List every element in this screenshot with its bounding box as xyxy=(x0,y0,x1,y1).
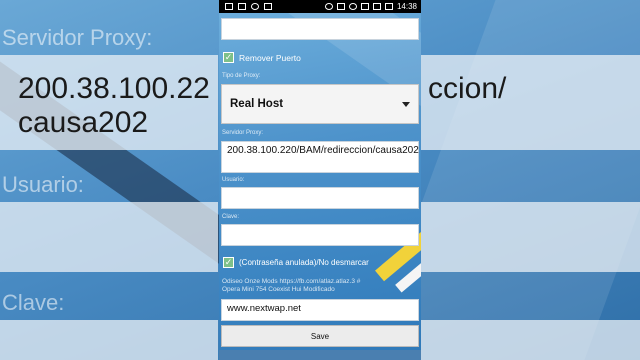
save-button[interactable]: Save xyxy=(221,325,419,347)
proxy-type-label: Tipo de Proxy: xyxy=(222,73,261,79)
notification-icon xyxy=(238,3,246,10)
proxy-type-select[interactable]: Real Host xyxy=(221,84,419,124)
remove-port-checkbox[interactable]: ✓ xyxy=(223,52,234,63)
phone-screen: 14:38 ✓ Remover Puerto Tipo de Proxy: Re… xyxy=(219,0,421,360)
dropdown-arrow-icon xyxy=(402,101,410,107)
user-input[interactable] xyxy=(221,187,419,209)
bg-proxy-text-right: ccion/ xyxy=(428,72,507,105)
bg-proxy-text: 200.38.100.22 causa202 xyxy=(18,72,210,139)
bottom-bar xyxy=(219,350,421,360)
nullify-password-label: (Contraseña anulada)/No desmarcar xyxy=(239,258,369,267)
credit-line-1: Odiseo Onze Mods https://fb.com/atlaz.at… xyxy=(222,278,361,285)
nullify-password-checkbox[interactable]: ✓ xyxy=(223,257,234,268)
proxy-server-input[interactable]: 200.38.100.220/BAM/redireccion/causa202 xyxy=(221,141,419,173)
remove-port-label: Remover Puerto xyxy=(239,53,301,63)
image-icon xyxy=(264,3,272,10)
notification-icon xyxy=(225,3,233,10)
bg-pass-label: Clave: xyxy=(2,290,65,315)
proxy-type-value: Real Host xyxy=(230,98,284,110)
user-label: Usuario: xyxy=(222,177,245,183)
key-icon xyxy=(336,3,345,10)
bg-user-label: Usuario: xyxy=(2,172,84,197)
top-input-field[interactable] xyxy=(221,18,419,40)
battery-icon xyxy=(384,3,393,10)
bg-proxy-label: Servidor Proxy: xyxy=(2,25,153,50)
password-label: Clave: xyxy=(222,214,240,220)
bg-pass-box-right xyxy=(421,320,640,360)
clock: 14:38 xyxy=(396,2,417,11)
status-bar: 14:38 xyxy=(219,0,421,13)
notification-icon xyxy=(251,3,259,10)
credit-text: Odiseo Onze Mods https://fb.com/atlaz.at… xyxy=(222,278,418,294)
bg-user-box-right xyxy=(421,202,640,272)
credit-line-2: Opera Mini 754 Coexist Hui Modificado xyxy=(222,286,335,293)
signal-icon xyxy=(372,3,381,10)
wifi-icon xyxy=(360,3,369,10)
alarm-icon xyxy=(348,3,357,10)
proxy-server-label: Servidor Proxy: xyxy=(222,130,264,136)
vibrate-icon xyxy=(324,3,333,10)
password-input[interactable] xyxy=(221,224,419,246)
bg-pass-box xyxy=(0,320,218,360)
host-input[interactable]: www.nextwap.net xyxy=(221,299,419,321)
bg-user-box xyxy=(0,202,218,272)
